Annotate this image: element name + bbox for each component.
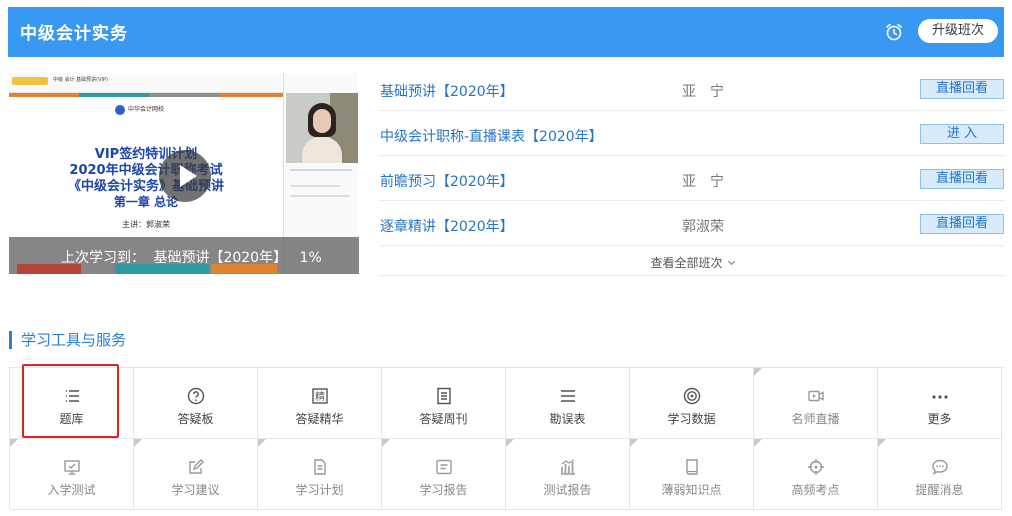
class-row: 逐章精讲【2020年】 郭淑荣 直播回看	[380, 210, 1004, 255]
chevron-down-icon	[727, 257, 735, 266]
tools-grid: 题库 答疑板 精 答疑精华 答疑周刊 勘误表 学习数据 名师直播 更多 入学测试…	[9, 367, 1004, 510]
class-row: 中级会计职称-直播课表【2020年】 进 入	[380, 120, 1004, 165]
report-icon	[436, 459, 452, 475]
edit-icon	[189, 459, 204, 474]
target-icon	[683, 387, 701, 405]
highlight-box	[22, 364, 119, 438]
class-row: 基础预讲【2020年】 亚 宁 直播回看	[380, 75, 1004, 120]
class-teacher: 郭淑荣	[682, 219, 724, 235]
tool-frequent-topics[interactable]: 高频考点	[754, 439, 878, 510]
section-title: 学习工具与服务	[9, 331, 126, 349]
class-name[interactable]: 中级会计职称-直播课表【2020年】	[380, 126, 603, 146]
crosshair-icon	[808, 459, 824, 475]
replay-button[interactable]: 直播回看	[920, 169, 1004, 189]
tool-reminders[interactable]: 提醒消息	[878, 439, 1002, 510]
alarm-clock-icon[interactable]	[884, 22, 904, 42]
play-button-icon[interactable]	[159, 150, 211, 202]
bar-chart-icon	[561, 459, 575, 475]
question-circle-icon	[187, 387, 205, 405]
essence-char-icon: 精	[312, 388, 328, 404]
replay-button[interactable]: 直播回看	[920, 214, 1004, 234]
last-study-progress: 1%	[299, 250, 322, 266]
teacher-video	[286, 93, 358, 163]
document-icon	[437, 387, 451, 405]
course-title: 中级会计实务	[20, 24, 128, 44]
course-header: 中级会计实务 升级班次	[8, 7, 1004, 57]
monitor-icon	[64, 460, 80, 475]
class-row: 前瞻预习【2020年】 亚 宁 直播回看	[380, 165, 1004, 210]
tool-qa-board[interactable]: 答疑板	[134, 368, 258, 439]
tool-more[interactable]: 更多	[878, 368, 1002, 439]
tool-qa-essence[interactable]: 精 答疑精华	[258, 368, 382, 439]
tool-study-advice[interactable]: 学习建议	[134, 439, 258, 510]
slide-lecturer: 主讲：郭淑荣	[122, 220, 170, 229]
slide-line-4: 第一章 总论	[113, 195, 179, 209]
tool-errata[interactable]: 勘误表	[506, 368, 630, 439]
school-logo	[12, 77, 48, 85]
tool-test-report[interactable]: 测试报告	[506, 439, 630, 510]
tool-teacher-live[interactable]: 名师直播	[754, 368, 878, 439]
class-name[interactable]: 基础预讲【2020年】	[380, 81, 514, 101]
slide-line-3: 《中级会计实务》基础预讲	[67, 179, 224, 194]
file-icon	[314, 459, 326, 475]
slide-topbar-text: 中级 会计 基础预讲(VIP)	[53, 77, 108, 83]
tool-study-report[interactable]: 学习报告	[382, 439, 506, 510]
tool-entrance-test[interactable]: 入学测试	[10, 439, 134, 510]
class-teacher: 亚 宁	[682, 174, 724, 190]
enter-button[interactable]: 进 入	[920, 124, 1004, 144]
class-teacher: 亚 宁	[682, 84, 724, 100]
upgrade-class-button[interactable]: 升级班次	[918, 19, 998, 43]
svg-text:精: 精	[315, 390, 325, 403]
message-bubble-icon	[932, 459, 948, 475]
menu-lines-icon	[561, 390, 575, 402]
view-all-classes-link[interactable]: 查看全部班次	[380, 254, 1004, 271]
video-player-thumbnail[interactable]: 中级 会计 基础预讲(VIP) 中华会计网校 VIP签约特训计划 2020年中级…	[9, 73, 359, 274]
tool-study-data[interactable]: 学习数据	[630, 368, 754, 439]
book-icon	[686, 459, 698, 475]
more-dots-icon	[932, 395, 948, 399]
tool-study-plan[interactable]: 学习计划	[258, 439, 382, 510]
class-name[interactable]: 逐章精讲【2020年】	[380, 216, 514, 236]
replay-button[interactable]: 直播回看	[920, 79, 1004, 99]
slide-logo: 中华会计网校	[115, 104, 164, 115]
tool-qa-weekly[interactable]: 答疑周刊	[382, 368, 506, 439]
class-name[interactable]: 前瞻预习【2020年】	[380, 171, 514, 191]
video-camera-icon	[808, 390, 824, 402]
tool-weak-points[interactable]: 薄弱知识点	[630, 439, 754, 510]
